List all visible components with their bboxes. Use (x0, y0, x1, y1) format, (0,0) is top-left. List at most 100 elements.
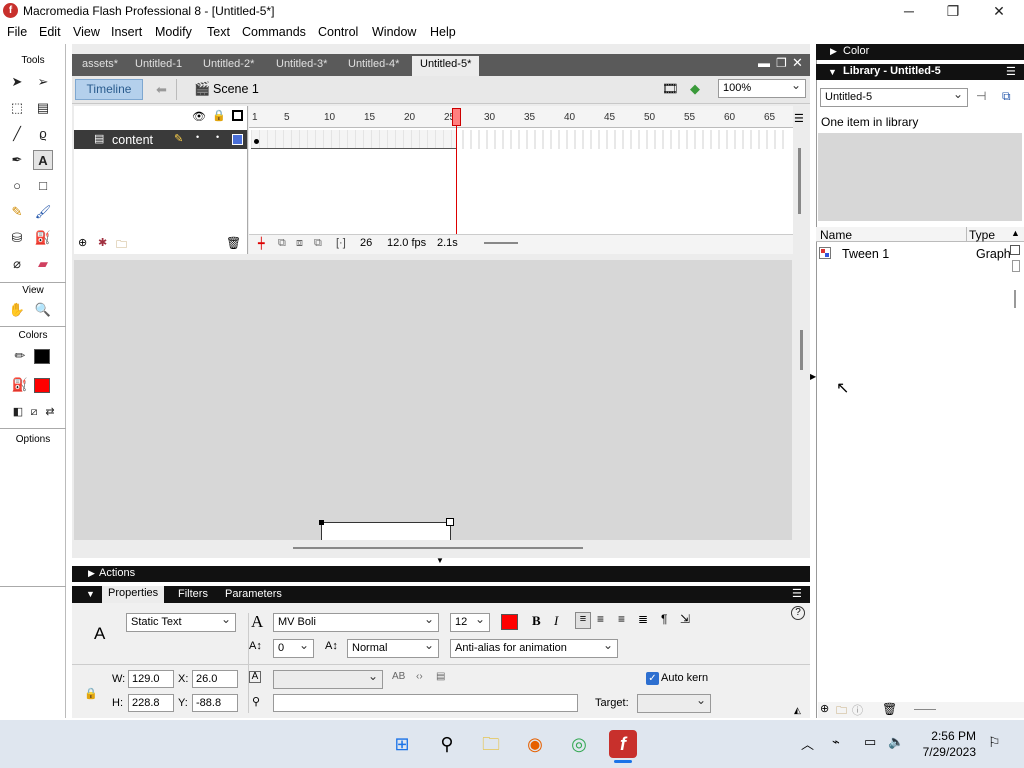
collapse-arrow-icon[interactable]: ▼ (86, 589, 95, 599)
gradient-transform-tool-icon[interactable]: ▤ (33, 98, 53, 118)
search-icon[interactable]: ⚲ (433, 730, 461, 758)
free-transform-tool-icon[interactable]: ⬚ (7, 98, 27, 118)
library-vscroll[interactable] (1012, 260, 1020, 272)
text-box-resize-handle[interactable] (446, 518, 454, 526)
onion-skin-icon[interactable]: ⧉ (278, 237, 286, 250)
ink-bottle-tool-icon[interactable]: ⛁ (7, 228, 27, 248)
scene-label[interactable]: Scene 1 (213, 82, 259, 96)
tab-untitled-5[interactable]: Untitled-5* (412, 56, 480, 76)
minimize-button[interactable]: ─ (886, 0, 932, 22)
letter-spacing-field[interactable]: 0 (273, 637, 314, 658)
stage-vscroll[interactable] (800, 330, 803, 370)
eyedropper-tool-icon[interactable]: ⌀ (7, 254, 27, 274)
hand-tool-icon[interactable]: ✋ (7, 300, 27, 320)
layer-lock-dot[interactable]: • (216, 132, 219, 142)
line-tool-icon[interactable]: ╱ (7, 124, 27, 144)
menu-file[interactable]: File (7, 25, 27, 39)
tab-parameters[interactable]: Parameters (225, 588, 282, 600)
layer-row-content[interactable]: ▤ content ✎ • • (74, 130, 247, 149)
font-family-select[interactable]: MV Boli (273, 611, 439, 632)
link-field[interactable] (273, 694, 578, 712)
y-field[interactable]: -88.8 (192, 694, 238, 712)
stage-hscroll[interactable] (293, 547, 583, 549)
text-box-selection[interactable] (321, 522, 451, 540)
layer-frames-empty[interactable] (456, 130, 790, 149)
library-panel-bar[interactable]: ▼ Library - Untitled-5 ☰ (816, 64, 1024, 80)
keyframe-dot[interactable] (254, 139, 259, 144)
brush-tool-icon[interactable]: 🖌 (33, 202, 53, 222)
tab-untitled-2[interactable]: Untitled-2* (203, 58, 254, 70)
doc-close-icon[interactable]: ✕ (792, 55, 803, 71)
insert-layer-icon[interactable]: ⊕ (78, 236, 87, 249)
doc-minimize-icon[interactable]: ▬ (758, 56, 770, 70)
library-document-select[interactable]: Untitled-5 (820, 86, 968, 107)
eraser-tool-icon[interactable]: ▰ (33, 254, 53, 274)
notifications-icon[interactable]: ⚐ (988, 734, 1001, 751)
tab-untitled-3[interactable]: Untitled-3* (276, 58, 327, 70)
menu-control[interactable]: Control (318, 25, 358, 39)
delete-item-icon[interactable]: 🗑 (882, 702, 897, 716)
menu-insert[interactable]: Insert (111, 25, 142, 39)
pin-library-icon[interactable]: ⊣ (976, 89, 986, 103)
lasso-tool-icon[interactable]: ϱ (33, 124, 53, 144)
timeline-hscroll[interactable] (484, 242, 518, 244)
justify-icon[interactable]: ≣ (638, 612, 648, 626)
align-right-icon[interactable]: ≡ (618, 612, 625, 626)
new-library-panel-icon[interactable]: ⧉ (1002, 89, 1011, 104)
outline-all-icon[interactable] (232, 110, 243, 121)
format-options-icon[interactable]: ▤ (436, 671, 445, 682)
layer-frames-filled[interactable] (251, 130, 456, 149)
text-direction-icon[interactable]: ⇲ (680, 612, 690, 626)
help-icon[interactable]: ? (791, 606, 805, 620)
layer-visible-dot[interactable]: • (196, 132, 199, 142)
antialias-select[interactable]: Anti-alias for animation (450, 637, 618, 658)
panel-menu-icon[interactable]: ☰ (792, 587, 802, 600)
embed-icon[interactable]: ‹› (416, 671, 423, 682)
new-folder-icon[interactable]: 🗀 (836, 702, 847, 721)
windows-start-icon[interactable]: ⊞ (388, 730, 416, 758)
menu-commands[interactable]: Commands (242, 25, 306, 39)
paragraph-icon[interactable]: ¶ (661, 612, 667, 626)
volume-icon[interactable]: 🔈 (888, 734, 904, 750)
subselection-tool-icon[interactable]: ➢ (33, 72, 53, 92)
oval-tool-icon[interactable]: ○ (7, 176, 27, 196)
network-icon[interactable]: ⌁ (832, 734, 840, 750)
tab-untitled-1[interactable]: Untitled-1 (135, 58, 182, 70)
clock-time[interactable]: 2:56 PM (928, 729, 976, 743)
add-motion-guide-icon[interactable]: ✱ (98, 236, 107, 249)
chrome-icon[interactable]: ◎ (565, 730, 593, 758)
pencil-tool-icon[interactable]: ✎ (7, 202, 27, 222)
menu-edit[interactable]: Edit (39, 25, 61, 39)
properties-icon[interactable]: ⓘ (852, 702, 863, 718)
selection-tool-icon[interactable]: ➤ (7, 72, 27, 92)
back-arrow-icon[interactable]: ⬅ (156, 82, 167, 98)
text-type-select[interactable]: Static Text (126, 611, 236, 632)
library-vscroll-thumb[interactable] (1014, 290, 1016, 308)
timeline-toggle-button[interactable]: Timeline (75, 79, 143, 100)
x-field[interactable]: 26.0 (192, 670, 238, 688)
edit-symbols-icon[interactable]: ◆ (690, 81, 700, 97)
lock-all-icon[interactable]: 🔒 (212, 109, 226, 122)
rectangle-tool-icon[interactable]: □ (33, 176, 53, 196)
italic-button[interactable]: I (554, 613, 558, 629)
sort-icon[interactable]: ▲ (1011, 228, 1020, 238)
tab-filters[interactable]: Filters (178, 588, 208, 600)
modify-onion-markers-icon[interactable]: [·] (336, 237, 346, 249)
library-menu-icon[interactable]: ☰ (1006, 65, 1016, 78)
menu-view[interactable]: View (73, 25, 100, 39)
baseline-select[interactable]: Normal (347, 637, 439, 658)
insert-folder-icon[interactable]: 🗀 (116, 236, 127, 255)
text-color-swatch[interactable] (501, 614, 518, 630)
library-item-name[interactable]: Tween 1 (842, 247, 889, 261)
swap-colors-icon[interactable]: ⇄ (40, 402, 60, 422)
timeline-vscroll[interactable] (798, 148, 801, 214)
col-type-header[interactable]: Type (969, 228, 995, 242)
show-hide-all-icon[interactable]: 👁 (192, 110, 206, 123)
align-center-icon[interactable]: ≡ (597, 612, 604, 626)
actions-panel-bar[interactable]: ▶ Actions (72, 566, 810, 582)
timeline-menu-icon[interactable]: ☰ (794, 112, 804, 125)
collapse-arrow-icon[interactable]: ▼ (436, 556, 444, 565)
color-panel-bar[interactable]: ▶ Color (816, 44, 1024, 60)
delete-layer-icon[interactable]: 🗑 (226, 236, 241, 250)
library-hscroll[interactable] (914, 709, 936, 710)
